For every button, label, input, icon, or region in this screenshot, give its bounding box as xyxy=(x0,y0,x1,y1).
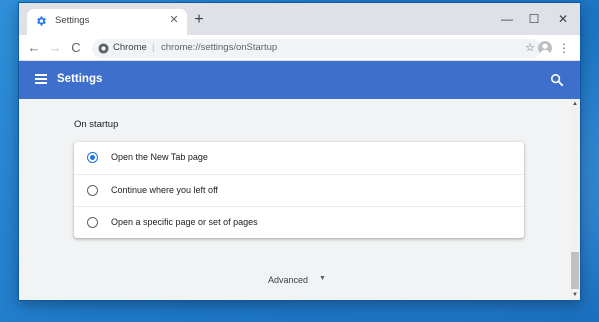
hamburger-icon[interactable] xyxy=(35,74,47,84)
scroll-thumb[interactable] xyxy=(571,252,579,289)
forward-button[interactable]: → xyxy=(46,39,64,57)
back-button[interactable]: ← xyxy=(25,39,43,57)
address-bar[interactable]: Chrome | chrome://settings/onStartup ☆ xyxy=(92,39,541,58)
option-new-tab[interactable]: Open the New Tab page xyxy=(74,142,524,174)
settings-content: On startup Open the New Tab page Continu… xyxy=(19,99,570,300)
option-label: Open the New Tab page xyxy=(111,152,208,162)
option-label: Continue where you left off xyxy=(111,185,218,195)
radio-button-selected[interactable] xyxy=(87,152,98,163)
search-icon[interactable] xyxy=(550,73,564,87)
url-separator: | xyxy=(152,42,155,53)
tab-close-icon[interactable]: ✕ xyxy=(167,13,181,27)
scroll-up-arrow[interactable]: ▲ xyxy=(570,99,580,109)
scroll-down-arrow[interactable]: ▼ xyxy=(570,290,580,300)
page-title: Settings xyxy=(57,73,103,85)
close-window-button[interactable]: ✕ xyxy=(549,9,577,29)
minimize-button[interactable]: — xyxy=(493,9,521,29)
option-continue[interactable]: Continue where you left off xyxy=(74,174,524,206)
tab-settings[interactable]: Settings ✕ xyxy=(27,9,187,35)
tab-strip: Settings ✕ + — ☐ ✕ xyxy=(19,3,580,35)
section-title: On startup xyxy=(74,119,119,130)
tab-title: Settings xyxy=(55,15,90,26)
chrome-logo-icon xyxy=(98,43,109,54)
profile-icon[interactable] xyxy=(538,41,552,55)
url-text[interactable]: chrome://settings/onStartup xyxy=(161,42,277,53)
scrollbar[interactable]: ▲ ▼ xyxy=(570,99,580,300)
option-label: Open a specific page or set of pages xyxy=(111,217,258,227)
menu-button[interactable]: ⋮ xyxy=(558,39,570,57)
reload-button[interactable]: C xyxy=(67,39,85,57)
option-specific-pages[interactable]: Open a specific page or set of pages xyxy=(74,206,524,238)
settings-gear-icon xyxy=(37,16,46,26)
site-chip: Chrome xyxy=(113,42,147,53)
new-tab-button[interactable]: + xyxy=(191,12,207,28)
maximize-button[interactable]: ☐ xyxy=(520,9,548,29)
star-icon[interactable]: ☆ xyxy=(525,41,535,54)
radio-button[interactable] xyxy=(87,217,98,228)
browser-window: Settings ✕ + — ☐ ✕ ← → C Chrome | chrome… xyxy=(19,3,580,300)
chevron-down-icon[interactable]: ▼ xyxy=(319,275,326,282)
startup-options-card: Open the New Tab page Continue where you… xyxy=(74,142,524,238)
settings-header: Settings xyxy=(19,61,580,99)
advanced-button[interactable]: Advanced xyxy=(268,275,308,285)
toolbar: ← → C Chrome | chrome://settings/onStart… xyxy=(19,35,580,61)
radio-button[interactable] xyxy=(87,185,98,196)
